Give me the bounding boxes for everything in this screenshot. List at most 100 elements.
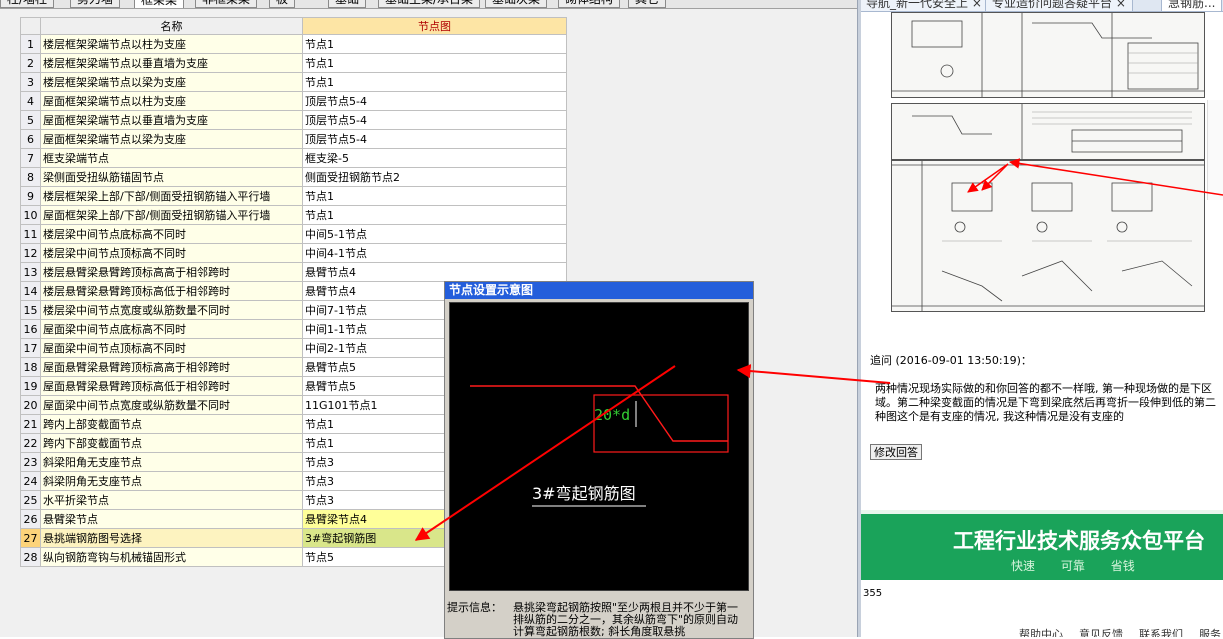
node-diagram-dialog: 节点设置示意图 20*d 3#弯起钢筋图 提示信息： 悬挑梁弯起钢筋按照"至少两…	[444, 281, 754, 639]
node-diagram-cell[interactable]: 中间5-1节点	[302, 224, 567, 244]
row-number: 22	[20, 433, 41, 453]
row-number: 1	[20, 34, 41, 54]
row-number: 24	[20, 471, 41, 491]
row-number: 20	[20, 395, 41, 415]
node-diagram-cell[interactable]: 顶层节点5-4	[302, 129, 567, 149]
browser-tab-navigation[interactable]: 导航_新一代安全上 ×	[861, 0, 989, 11]
anchorage-formula[interactable]: 20*d	[594, 406, 630, 424]
node-diagram-cell[interactable]: 节点1	[302, 34, 567, 54]
setting-name-cell[interactable]: 楼层框架梁端节点以垂直墙为支座	[40, 53, 303, 73]
table-row[interactable]: 6 屋面框架梁端节点以梁为支座 顶层节点5-4	[20, 129, 567, 149]
setting-name-cell[interactable]: 楼层框架梁端节点以柱为支座	[40, 34, 303, 54]
row-number: 25	[20, 490, 41, 510]
tab-foundation[interactable]: 基础	[328, 0, 367, 8]
tab-shear-wall[interactable]: 剪力墙	[70, 0, 121, 8]
tab-masonry[interactable]: 砌体结构	[558, 0, 621, 8]
setting-name-cell[interactable]: 斜梁阳角无支座节点	[40, 452, 303, 472]
setting-name-cell[interactable]: 楼层悬臂梁悬臂跨顶标高低于相邻跨时	[40, 281, 303, 301]
setting-name-cell[interactable]: 屋面框架梁端节点以柱为支座	[40, 91, 303, 111]
tab-foundation-main-beam[interactable]: 基础主梁/承台梁	[378, 0, 481, 8]
setting-name-cell[interactable]: 斜梁阴角无支座节点	[40, 471, 303, 491]
setting-name-cell[interactable]: 跨内上部变截面节点	[40, 414, 303, 434]
setting-name-cell[interactable]: 屋面梁中间节点顶标高不同时	[40, 338, 303, 358]
table-row[interactable]: 8 梁侧面受扭纵筋锚固节点 侧面受扭钢筋节点2	[20, 167, 567, 187]
row-number: 8	[20, 167, 41, 187]
tab-frame-beam[interactable]: 框架梁	[134, 0, 185, 8]
node-diagram-cell[interactable]: 节点1	[302, 72, 567, 92]
node-diagram-cell[interactable]: 节点1	[302, 186, 567, 206]
setting-name-cell[interactable]: 楼层梁中间节点顶标高不同时	[40, 243, 303, 263]
setting-name-cell[interactable]: 梁侧面受扭纵筋锚固节点	[40, 167, 303, 187]
setting-name-cell[interactable]: 屋面框架梁端节点以垂直墙为支座	[40, 110, 303, 130]
side-panel-edge	[1207, 100, 1223, 200]
drawing-image-1[interactable]	[891, 12, 1205, 98]
table-row[interactable]: 1 楼层框架梁端节点以柱为支座 节点1	[20, 34, 567, 54]
row-number: 27	[20, 528, 41, 548]
ad-banner[interactable]: 工程行业技术服务众包平台 快速 可靠 省钱	[861, 510, 1223, 580]
table-row[interactable]: 11 楼层梁中间节点底标高不同时 中间5-1节点	[20, 224, 567, 244]
footer-feedback-link[interactable]: 意见反馈	[1079, 626, 1123, 637]
row-number: 2	[20, 53, 41, 73]
table-row[interactable]: 5 屋面框架梁端节点以垂直墙为支座 顶层节点5-4	[20, 110, 567, 130]
setting-name-cell[interactable]: 屋面框架梁上部/下部/侧面受扭钢筋锚入平行墙	[40, 205, 303, 225]
table-row[interactable]: 4 屋面框架梁端节点以柱为支座 顶层节点5-4	[20, 91, 567, 111]
node-diagram-cell[interactable]: 顶层节点5-4	[302, 91, 567, 111]
footer-help-link[interactable]: 帮助中心	[1019, 626, 1063, 637]
tab-non-frame-beam[interactable]: 非框架梁	[195, 0, 258, 8]
drawing-image-2[interactable]	[891, 103, 1205, 160]
table-row[interactable]: 9 楼层框架梁上部/下部/侧面受扭钢筋锚入平行墙 节点1	[20, 186, 567, 206]
row-number: 19	[20, 376, 41, 396]
setting-name-cell[interactable]: 楼层悬臂梁悬臂跨顶标高高于相邻跨时	[40, 262, 303, 282]
footer-contact-link[interactable]: 联系我们	[1139, 626, 1183, 637]
node-diagram-cell[interactable]: 中间4-1节点	[302, 243, 567, 263]
browser-tab-current[interactable]: 急钢筋...	[1161, 0, 1223, 11]
row-number: 12	[20, 243, 41, 263]
tab-column[interactable]: 柱/墙柱	[0, 0, 55, 8]
setting-name-cell[interactable]: 楼层梁中间节点底标高不同时	[40, 224, 303, 244]
drawing-sketch-3	[892, 161, 1204, 311]
footer-service-link[interactable]: 服务	[1199, 626, 1221, 637]
setting-name-cell[interactable]: 水平折梁节点	[40, 490, 303, 510]
row-number: 3	[20, 72, 41, 92]
node-diagram-cell[interactable]: 框支梁-5	[302, 148, 567, 168]
node-diagram-cell[interactable]: 节点1	[302, 205, 567, 225]
tab-foundation-secondary-beam[interactable]: 基础次梁	[485, 0, 548, 8]
drawing-image-3[interactable]	[891, 160, 1205, 312]
edit-answer-button[interactable]: 修改回答	[870, 444, 922, 460]
tab-slab[interactable]: 板	[269, 0, 296, 8]
column-header-node[interactable]: 节点图	[302, 17, 567, 35]
setting-name-cell[interactable]: 楼层框架梁端节点以梁为支座	[40, 72, 303, 92]
column-header-name[interactable]: 名称	[40, 17, 303, 35]
tab-other[interactable]: 其它	[628, 0, 667, 8]
setting-name-cell[interactable]: 屋面框架梁端节点以梁为支座	[40, 129, 303, 149]
node-diagram-cell[interactable]: 节点1	[302, 53, 567, 73]
rebar-diagram: 20*d 3#弯起钢筋图	[470, 385, 729, 507]
row-number: 11	[20, 224, 41, 244]
setting-name-cell[interactable]: 纵向钢筋弯钩与机械锚固形式	[40, 547, 303, 567]
node-diagram-cell[interactable]: 侧面受扭钢筋节点2	[302, 167, 567, 187]
setting-name-cell[interactable]: 悬挑端钢筋图号选择	[40, 528, 303, 548]
setting-name-cell[interactable]: 跨内下部变截面节点	[40, 433, 303, 453]
table-row[interactable]: 3 楼层框架梁端节点以梁为支座 节点1	[20, 72, 567, 92]
node-diagram-cell[interactable]: 悬臂节点4	[302, 262, 567, 282]
row-number: 6	[20, 129, 41, 149]
node-diagram-cell[interactable]: 顶层节点5-4	[302, 110, 567, 130]
diagram-canvas: 20*d 3#弯起钢筋图	[449, 302, 749, 591]
setting-name-cell[interactable]: 屋面梁中间节点底标高不同时	[40, 319, 303, 339]
setting-name-cell[interactable]: 屋面悬臂梁悬臂跨顶标高高于相邻跨时	[40, 357, 303, 377]
setting-name-cell[interactable]: 楼层梁中间节点宽度或纵筋数量不同时	[40, 300, 303, 320]
browser-tab-qa-platform[interactable]: 专业造价问题答疑平台 ×	[985, 0, 1133, 11]
setting-name-cell[interactable]: 楼层框架梁上部/下部/侧面受扭钢筋锚入平行墙	[40, 186, 303, 206]
row-number: 14	[20, 281, 41, 301]
table-row[interactable]: 2 楼层框架梁端节点以垂直墙为支座 节点1	[20, 53, 567, 73]
setting-name-cell[interactable]: 屋面悬臂梁悬臂跨顶标高低于相邻跨时	[40, 376, 303, 396]
table-row[interactable]: 13 楼层悬臂梁悬臂跨顶标高高于相邻跨时 悬臂节点4	[20, 262, 567, 282]
table-row[interactable]: 7 框支梁端节点 框支梁-5	[20, 148, 567, 168]
setting-name-cell[interactable]: 悬臂梁节点	[40, 509, 303, 529]
setting-name-cell[interactable]: 屋面梁中间节点宽度或纵筋数量不同时	[40, 395, 303, 415]
hint-label: 提示信息：	[447, 601, 502, 614]
banner-slogan-reliable: 可靠	[1060, 559, 1085, 573]
setting-name-cell[interactable]: 框支梁端节点	[40, 148, 303, 168]
table-row[interactable]: 10 屋面框架梁上部/下部/侧面受扭钢筋锚入平行墙 节点1	[20, 205, 567, 225]
table-row[interactable]: 12 楼层梁中间节点顶标高不同时 中间4-1节点	[20, 243, 567, 263]
